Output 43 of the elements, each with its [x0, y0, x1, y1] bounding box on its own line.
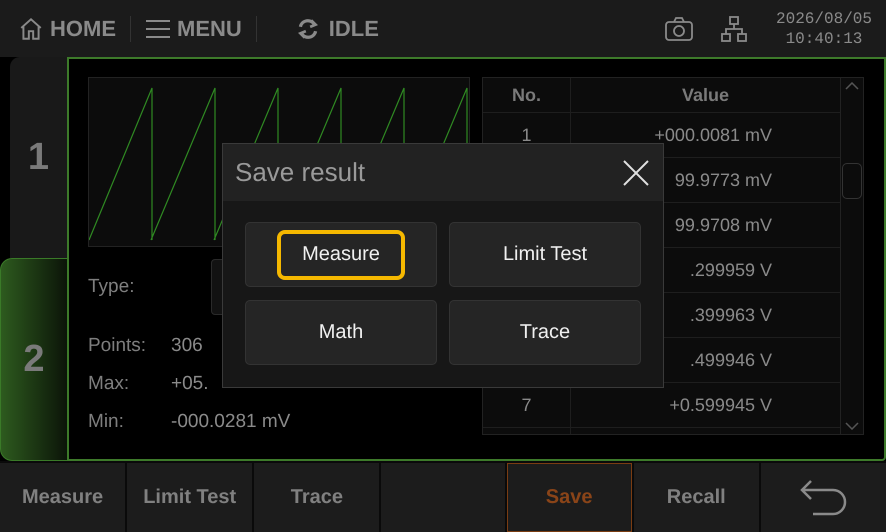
channel-tab[interactable]: 2 — [0, 258, 67, 462]
date-time: 2026/08/05 10:40:13 — [776, 8, 872, 49]
softkey-button[interactable]: Recall — [634, 463, 759, 532]
status-indicator: IDLE — [292, 16, 379, 42]
back-icon — [799, 478, 848, 518]
table-cell: .299959 V — [690, 260, 772, 281]
min-value: -000.0281 mV — [171, 411, 290, 434]
scroll-down-icon[interactable] — [845, 422, 859, 430]
dialog-option-button[interactable]: Trace — [449, 300, 641, 365]
dialog-option-button[interactable]: Measure — [245, 222, 437, 287]
close-icon — [623, 160, 649, 186]
menu-button[interactable]: MENU — [145, 16, 242, 42]
points-label: Points: — [88, 335, 148, 358]
table-cell: .499946 V — [690, 350, 772, 371]
softkey-button[interactable]: Trace — [254, 463, 380, 532]
min-label: Min: — [88, 411, 125, 434]
column-header: Value — [680, 84, 730, 107]
column-header: No. — [483, 78, 571, 112]
home-button[interactable]: HOME — [18, 16, 116, 42]
network-icon[interactable] — [720, 14, 748, 43]
table-cell: 99.9708 mV — [674, 214, 772, 236]
dialog-option-button[interactable]: Math — [245, 300, 437, 365]
scrollbar-thumb[interactable] — [842, 163, 862, 200]
softkey-button[interactable]: Save — [506, 463, 632, 532]
home-icon — [18, 16, 44, 42]
max-label: Max: — [88, 373, 130, 396]
table-cell: .399963 V — [690, 304, 772, 326]
scroll-up-icon[interactable] — [845, 82, 859, 90]
table-cell: +0.599945 V — [669, 394, 772, 416]
table-cell: +000.0081 mV — [654, 124, 772, 146]
channel-tab[interactable]: 1 — [10, 57, 67, 258]
back-button[interactable] — [760, 463, 886, 532]
max-value: +05. — [171, 373, 209, 396]
softkey-button[interactable]: Measure — [0, 463, 126, 532]
points-value: 306 — [171, 335, 203, 358]
dialog-option-button[interactable]: Limit Test — [449, 222, 641, 287]
menu-icon — [145, 18, 171, 40]
camera-icon[interactable] — [664, 16, 694, 42]
softkey-button[interactable]: Limit Test — [127, 463, 252, 532]
type-label: Type: — [88, 276, 136, 298]
close-button[interactable] — [623, 160, 649, 186]
dialog-title: Save result — [235, 157, 366, 188]
table-cell: 99.9773 mV — [674, 170, 772, 191]
